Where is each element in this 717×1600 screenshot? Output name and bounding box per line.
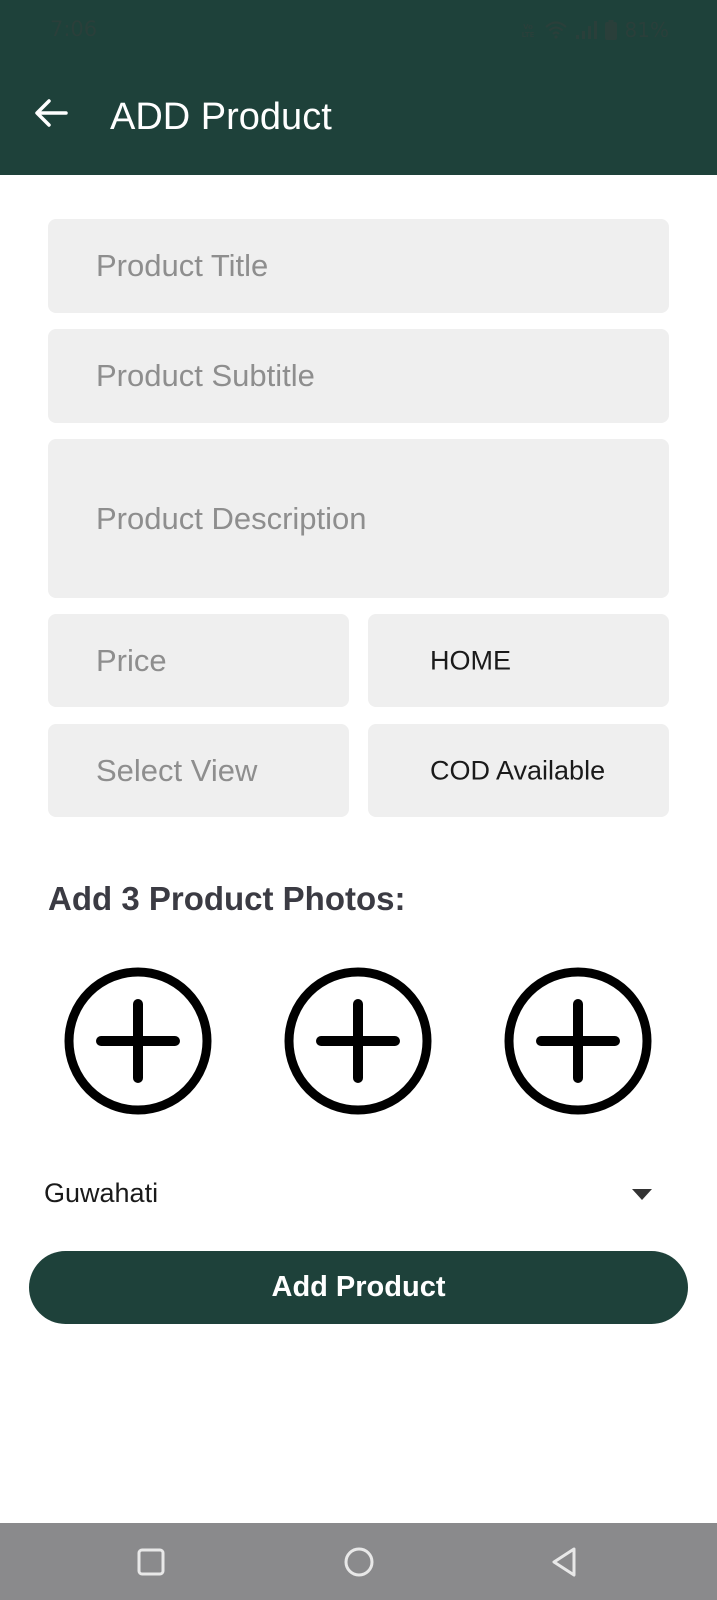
product-title-placeholder: Product Title [96,248,269,283]
select-view-placeholder: Select View [96,752,258,788]
select-view-input[interactable]: Select View [48,724,349,817]
add-circle-icon [283,967,433,1120]
add-photo-button-2[interactable] [283,966,433,1116]
cod-selector[interactable]: COD Available [368,724,669,817]
battery-icon [604,20,617,40]
arrow-left-icon [34,98,68,133]
app-bar: 7:06 Vo LTE 81% ADD Product [0,0,717,175]
product-subtitle-input[interactable]: Product Subtitle [48,329,669,423]
page-title: ADD Product [110,96,332,138]
system-nav-bar [0,1523,717,1600]
add-circle-icon [503,967,653,1120]
product-description-input[interactable]: Product Description [48,439,669,598]
svg-text:LTE: LTE [521,31,534,39]
back-nav-icon[interactable] [548,1545,582,1579]
category-value: HOME [430,645,511,675]
back-button[interactable] [30,94,72,136]
product-title-input[interactable]: Product Title [48,219,669,313]
wifi-icon [544,21,567,39]
dropdown-caret-icon [632,1188,652,1206]
status-icons: Vo LTE 81% [519,18,669,42]
add-photo-button-1[interactable] [63,966,213,1116]
location-selected: Guwahati [44,1178,159,1208]
recent-apps-icon[interactable] [134,1545,168,1579]
svg-text:Vo: Vo [523,23,533,31]
add-photo-button-3[interactable] [503,966,653,1116]
price-placeholder: Price [96,642,167,678]
category-selector[interactable]: HOME [368,614,669,707]
volte-icon: Vo LTE [519,21,537,39]
battery-percent: 81% [624,18,669,42]
status-time: 7:06 [50,17,98,41]
location-dropdown[interactable]: Guwahati [44,1170,662,1218]
add-product-screen: 7:06 Vo LTE 81% ADD Product Product Titl… [0,0,717,1600]
add-circle-icon [63,967,213,1120]
status-bar: 7:06 Vo LTE 81% [0,0,717,60]
product-subtitle-placeholder: Product Subtitle [96,358,315,393]
add-product-button[interactable]: Add Product [29,1251,688,1324]
home-icon[interactable] [342,1545,376,1579]
product-description-placeholder: Product Description [96,500,367,536]
signal-icon [575,21,597,39]
price-input[interactable]: Price [48,614,349,707]
photos-heading: Add 3 Product Photos: [48,880,406,917]
cod-value: COD Available [430,755,606,785]
